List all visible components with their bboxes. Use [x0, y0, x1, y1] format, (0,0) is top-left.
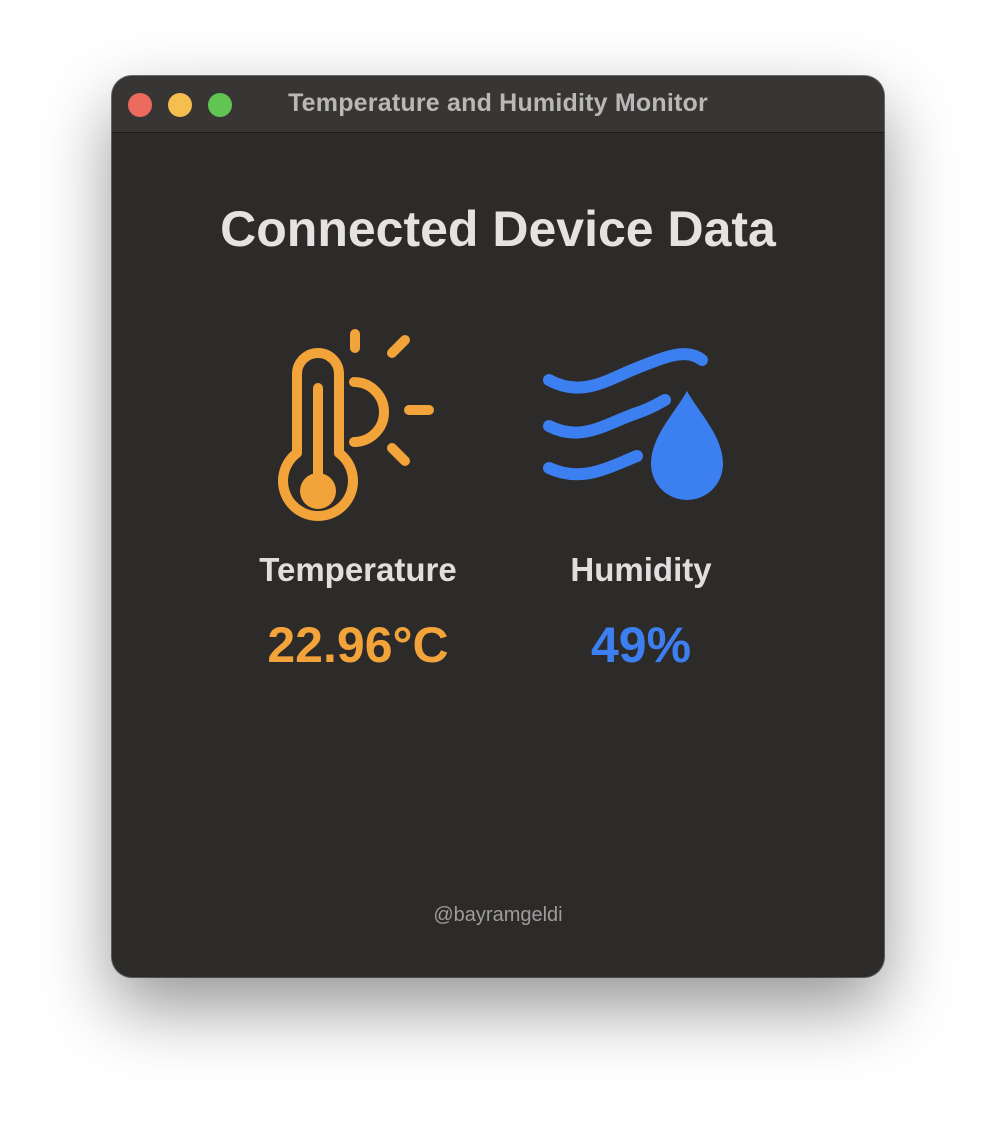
- app-window: Temperature and Humidity Monitor Connect…: [112, 76, 884, 977]
- humidity-label: Humidity: [570, 551, 712, 588]
- temperature-label: Temperature: [259, 551, 457, 588]
- humidity-value: 49%: [590, 617, 692, 673]
- title-bar[interactable]: Temperature and Humidity Monitor: [112, 76, 884, 133]
- author-credit: @bayramgeldi: [433, 904, 563, 926]
- page-title: Connected Device Data: [220, 201, 776, 257]
- humidity-icon: [537, 328, 727, 528]
- window-title: Temperature and Humidity Monitor: [288, 89, 708, 117]
- main-content: Connected Device Data Temperature Humidi…: [112, 133, 884, 977]
- thermometer-sun-icon: [272, 328, 442, 528]
- temperature-value: 22.96°C: [267, 617, 449, 673]
